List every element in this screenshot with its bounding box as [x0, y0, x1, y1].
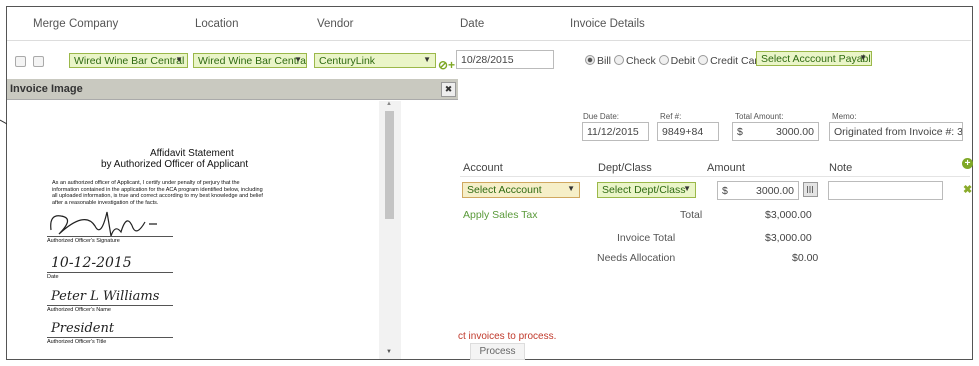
type-radio-group: Bill Check Debit Credit Card [585, 55, 764, 67]
line-note-input[interactable] [828, 181, 943, 200]
account-payable-select[interactable]: Select Acccount Payabl ▼ [756, 51, 872, 66]
date-handwritten: 10-12-2015 [51, 255, 132, 271]
doc-title-2: by Authorized Officer of Applicant [101, 159, 249, 170]
signature-line [47, 236, 173, 237]
title-handwritten: President [51, 321, 115, 336]
line-dept-select[interactable]: Select Dept/Class ▼ [597, 182, 696, 198]
radio-check[interactable]: Check [613, 55, 656, 67]
account-header: Account [463, 162, 503, 174]
total-amount-label: Total Amount: [735, 112, 784, 121]
ref-label: Ref #: [660, 112, 682, 121]
total-label: Total [680, 209, 703, 221]
apply-sales-tax-link[interactable]: Apply Sales Tax [463, 209, 538, 221]
select-checkbox[interactable] [15, 56, 26, 67]
date-input[interactable]: 10/28/2015 [456, 50, 554, 69]
radio-debit[interactable]: Debit [658, 55, 695, 67]
total-value: $3,000.00 [765, 209, 812, 221]
invoice-total-value: $3,000.00 [765, 232, 812, 244]
process-message: ct invoices to process. [458, 331, 557, 342]
invoice-image-titlebar: Invoice Image ✖ [7, 79, 458, 100]
merge-checkbox[interactable] [33, 56, 44, 67]
header-divider [7, 40, 971, 41]
scroll-down-arrow-icon[interactable]: ▼ [386, 349, 392, 355]
vendor-select[interactable]: CenturyLink ▼ [314, 53, 436, 68]
image-scrollbar[interactable]: ▲ ▼ [379, 101, 401, 359]
dept-header: Dept/Class [598, 162, 652, 174]
due-date-input[interactable]: 11/12/2015 [582, 122, 649, 141]
note-header: Note [829, 162, 853, 174]
name-label: Authorized Officer's Name [47, 307, 111, 313]
line-header-divider [460, 176, 970, 177]
title-label: Authorized Officer's Title [47, 339, 107, 345]
col-company: Company [69, 18, 119, 30]
add-vendor-icon[interactable]: ⊘+ [438, 58, 455, 72]
invoice-image-title: Invoice Image [10, 83, 83, 95]
radio-bill[interactable]: Bill [585, 55, 611, 67]
process-button[interactable]: Process [470, 343, 525, 360]
col-vendor: Vendor [317, 18, 354, 30]
col-date: Date [460, 18, 485, 30]
calculator-icon[interactable] [803, 182, 818, 197]
col-location: Location [195, 18, 239, 30]
radio-credit-card[interactable]: Credit Card [698, 55, 764, 67]
memo-label: Memo: [832, 112, 857, 121]
due-date-label: Due Date: [583, 112, 620, 121]
title-line [47, 337, 173, 338]
company-select[interactable]: Wired Wine Bar Central ▼ [69, 53, 188, 68]
doc-title-1: Affidavit Statement [150, 148, 234, 159]
col-invoice-details: Invoice Details [570, 18, 645, 30]
signature-label: Authorized Officer's Signature [47, 238, 120, 244]
col-merge: Merge [33, 18, 66, 30]
needs-allocation-value: $0.00 [792, 252, 819, 264]
name-line [47, 305, 173, 306]
scroll-up-arrow-icon[interactable]: ▲ [386, 101, 392, 107]
date-line [47, 272, 173, 273]
name-handwritten: Peter L Williams [51, 289, 160, 304]
add-line-icon[interactable]: + [962, 158, 973, 169]
scrollbar-thumb[interactable] [385, 111, 394, 219]
delete-line-icon[interactable]: ✖ [963, 183, 972, 196]
needs-allocation-label: Needs Allocation [597, 252, 676, 264]
total-amount-input[interactable]: $ 3000.00 [732, 122, 819, 141]
ref-input[interactable]: 9849+84 [657, 122, 719, 141]
invoice-total-label: Invoice Total [617, 232, 676, 244]
memo-input[interactable]: Originated from Invoice #: 3722 [829, 122, 963, 141]
location-select[interactable]: Wired Wine Bar Central ▼ [193, 53, 307, 68]
close-icon[interactable]: ✖ [441, 82, 456, 97]
invoice-image-panel: Invoice Image ✖ ▲ ▼ Affidavit Statement … [7, 79, 458, 359]
amount-header: Amount [707, 162, 745, 174]
line-amount-input[interactable]: $ 3000.00 [717, 181, 799, 200]
line-account-select[interactable]: Select Acccount ▼ [462, 182, 580, 198]
date-label: Date [47, 274, 59, 280]
